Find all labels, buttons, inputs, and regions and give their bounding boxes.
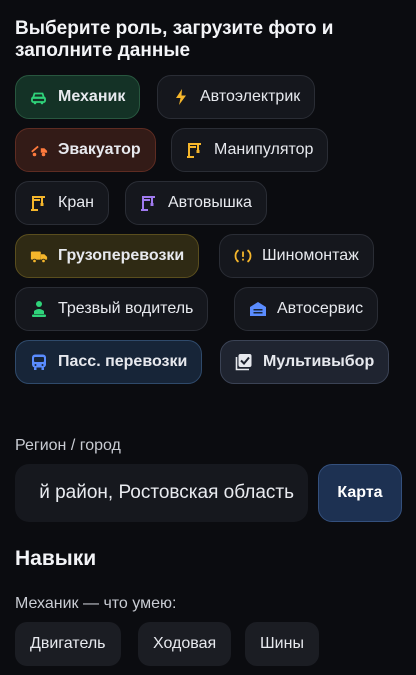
role-sober-driver-chip[interactable]: Трезвый водитель (15, 287, 209, 331)
role-manipulator-chip[interactable]: Манипулятор (171, 128, 329, 172)
skills-title: Навыки (15, 547, 97, 570)
role-label: Грузоперевозки (58, 247, 185, 264)
bus-icon (30, 353, 48, 371)
skill-chip-engine[interactable]: Двигатель (15, 622, 121, 666)
car-wrench-icon (30, 88, 48, 106)
page-title: Выберите роль, загрузите фото и заполнит… (15, 18, 334, 61)
role-tire-service-chip[interactable]: Шиномонтаж (219, 234, 374, 278)
tow-truck-icon (30, 141, 48, 159)
role-car-service-chip[interactable]: Автосервис (234, 287, 379, 331)
role-mechanic-chip[interactable]: Механик (15, 75, 141, 119)
skills-subtitle: Механик — что умею: (15, 595, 177, 612)
role-aerial-platform-chip[interactable]: Автовышка (125, 181, 267, 225)
role-label: Эвакуатор (58, 141, 141, 158)
region-input[interactable]: й район, Ростовская область (15, 464, 308, 522)
role-label: Автоэлектрик (200, 88, 301, 105)
tire-warning-icon (234, 247, 252, 265)
role-multiselect-chip[interactable]: Мультивыбор (220, 340, 390, 384)
role-label: Трезвый водитель (58, 300, 194, 317)
driver-icon (30, 300, 48, 318)
role-label: Механик (58, 88, 126, 105)
role-label: Автосервис (277, 300, 364, 317)
role-label: Кран (58, 194, 94, 211)
region-value: й район, Ростовская область (39, 482, 294, 503)
truck-icon (30, 247, 48, 265)
map-button[interactable]: Карта (318, 464, 402, 522)
role-label: Шиномонтаж (262, 247, 359, 264)
role-label: Автовышка (168, 194, 252, 211)
role-tow-truck-chip[interactable]: Эвакуатор (15, 128, 156, 172)
lightning-icon (172, 88, 190, 106)
role-autoelectric-chip[interactable]: Автоэлектрик (157, 75, 316, 119)
role-label: Мультивыбор (263, 353, 375, 370)
skill-chip-tires[interactable]: Шины (245, 622, 319, 666)
role-passenger-chip[interactable]: Пасс. перевозки (15, 340, 203, 384)
skill-chip-chassis[interactable]: Ходовая (138, 622, 232, 666)
crane-icon (140, 194, 158, 212)
garage-icon (249, 300, 267, 318)
crane-icon (186, 141, 204, 159)
role-label: Пасс. перевозки (58, 353, 188, 370)
region-label: Регион / город (15, 437, 121, 454)
crane-icon (30, 194, 48, 212)
role-label: Манипулятор (214, 141, 314, 158)
role-cargo-chip[interactable]: Грузоперевозки (15, 234, 200, 278)
checkbox-icon (235, 353, 253, 371)
role-crane-chip[interactable]: Кран (15, 181, 109, 225)
